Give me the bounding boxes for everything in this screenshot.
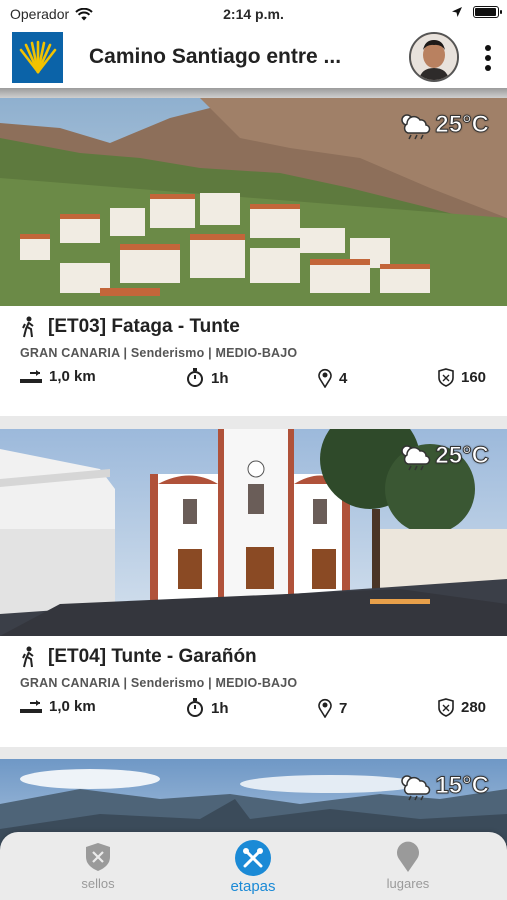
stage-title: [ET04] Tunte - Garañón [48,646,257,667]
weather-temp: 15°C [435,772,490,800]
map-marker-icon [318,368,332,388]
stage-duration: 1h [211,369,229,387]
tab-label: sellos [81,876,115,891]
stage-distance: 1,0 km [49,698,96,715]
user-photo [411,34,457,80]
stage-duration: 1h [211,699,229,717]
bottom-tab-bar: sellos etapas lugares [0,832,507,900]
shield-icon [438,368,454,387]
status-bar: Operador 2:14 p.m. [0,0,507,28]
stage-photo-fataga: 25°C [0,98,507,306]
stage-stats: 1,0 km 1h 4 160 [20,368,490,390]
scallop-shell-icon [19,40,56,73]
more-options-icon[interactable] [480,42,496,74]
page-title: Camino Santiago entre ... [89,45,342,68]
weather-temp: 25°C [435,111,490,139]
app-header: Camino Santiago entre ... [0,28,507,88]
stage-card[interactable]: 25°C [ET04] Tunte - Garañón GRAN CANARIA… [0,429,507,747]
tab-lugares[interactable]: lugares [348,840,468,891]
shield-icon [438,698,454,717]
stage-distance: 1,0 km [49,368,96,385]
map-pin-icon [397,841,419,872]
stage-card[interactable]: 25°C [ET03] Fataga - Tunte GRAN CANARIA … [0,98,507,416]
hiker-icon [22,316,34,338]
distance-icon [20,369,42,383]
stage-subtitle: GRAN CANARIA | Senderismo | MEDIO-BAJO [20,346,298,360]
location-arrow-icon [452,7,462,17]
battery-icon [473,6,502,18]
tab-label: etapas [230,878,276,895]
camino-logo[interactable] [12,32,63,83]
stage-title: [ET03] Fataga - Tunte [48,316,240,337]
shield-icon [86,843,110,871]
header-divider [0,88,507,98]
stopwatch-icon [187,368,203,387]
status-time: 2:14 p.m. [223,6,284,22]
crossed-tools-icon [243,848,263,868]
stage-score: 280 [461,699,487,716]
avatar[interactable] [409,32,459,82]
map-marker-icon [318,698,332,718]
cloud-rain-sun-icon [401,775,431,801]
weather-badge: 15°C [397,771,489,801]
weather-temp: 25°C [435,442,490,470]
tab-label: lugares [386,876,430,891]
cloud-rain-sun-icon [401,114,431,140]
tab-sellos[interactable]: sellos [38,840,158,891]
distance-icon [20,699,42,713]
cloud-rain-sun-icon [401,445,431,471]
hiker-icon [22,646,34,668]
stage-points: 7 [339,699,348,717]
weather-badge: 25°C [397,441,489,471]
stage-points: 4 [339,369,348,387]
stage-stats: 1,0 km 1h 7 280 [20,698,490,720]
stopwatch-icon [187,698,203,717]
stage-photo-tunte: 25°C [0,429,507,636]
weather-badge: 25°C [397,110,489,140]
tab-etapas[interactable]: etapas [193,840,313,895]
stage-subtitle: GRAN CANARIA | Senderismo | MEDIO-BAJO [20,676,298,690]
stage-score: 160 [461,369,487,386]
